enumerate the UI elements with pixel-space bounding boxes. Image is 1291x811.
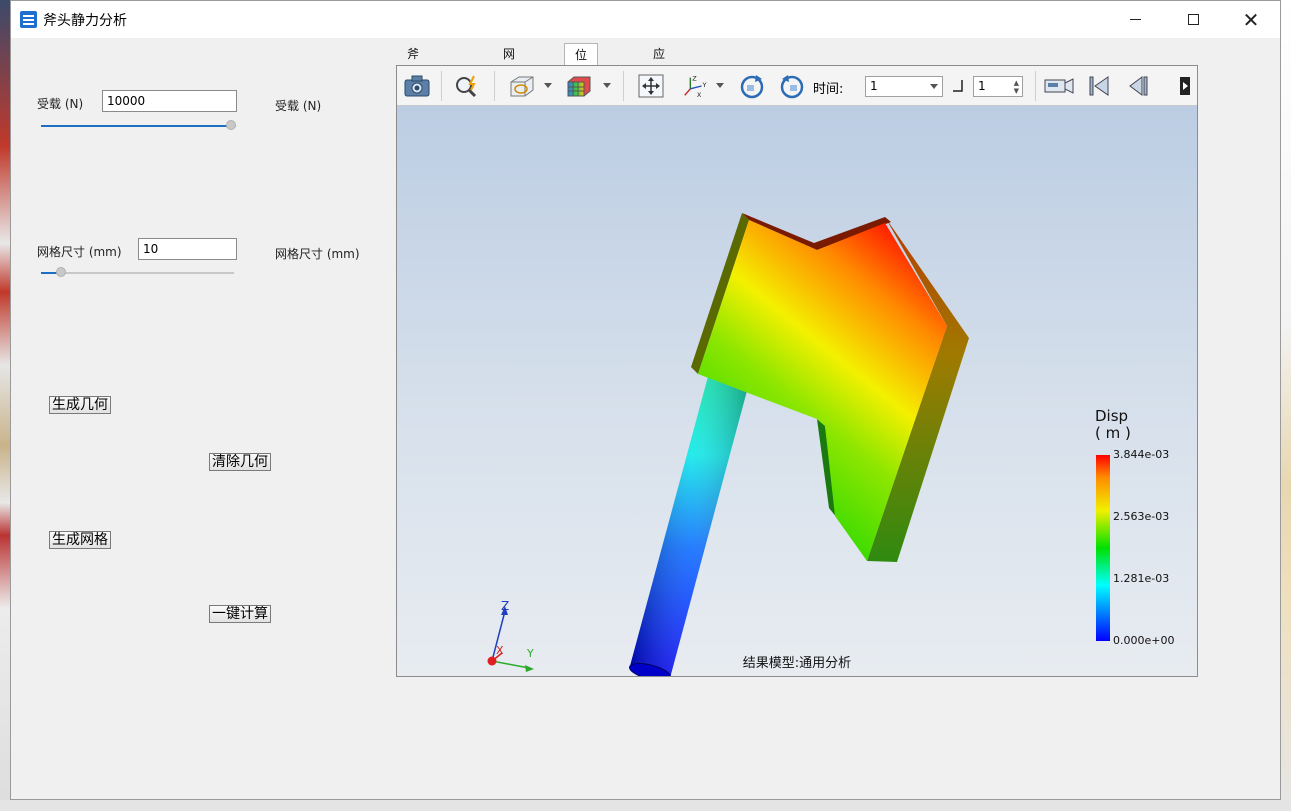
time-label: 时间: — [813, 82, 844, 97]
prev-frame-icon[interactable] — [1125, 73, 1153, 99]
load-label: 受载 (N) — [37, 97, 84, 111]
result-viewer: ZYX 时间: 1 1 ▲ ▼ Z Y X Disp (m) 3.844e-… — [396, 65, 1198, 681]
zoom-icon[interactable] — [454, 73, 482, 99]
axe-model: Z Y X — [487, 213, 969, 681]
step-icon — [953, 80, 963, 92]
slider-fill — [41, 125, 231, 127]
display-mode-dropdown-icon[interactable] — [544, 83, 552, 88]
axes-dropdown-icon[interactable] — [716, 83, 724, 88]
fit-view-icon[interactable] — [637, 73, 665, 99]
rotate-cw-icon[interactable] — [738, 73, 766, 99]
step-spinbox[interactable]: 1 ▲ ▼ — [973, 76, 1023, 97]
generate-geometry-button[interactable]: 生成几何 — [49, 396, 111, 414]
maximize-button[interactable] — [1164, 1, 1222, 38]
3d-viewport[interactable]: Z Y X Disp ( m ) 3.844e-03 2.563e-03 1.2… — [397, 106, 1197, 681]
legend-title: Disp — [1095, 407, 1129, 425]
legend-unit: ( m ) — [1095, 424, 1131, 442]
tab-mesh-model[interactable]: 网格模型 — [493, 43, 525, 127]
axes-icon[interactable]: ZYX — [681, 73, 709, 99]
svg-text:X: X — [697, 91, 702, 99]
spin-arrows-icon[interactable]: ▲ ▼ — [1014, 79, 1019, 95]
legend: Disp ( m ) — [1095, 408, 1131, 442]
color-cube-icon[interactable] — [565, 73, 593, 99]
tab-displacement-contour[interactable]: 位移云图1 — [564, 43, 599, 150]
legend-tick-max: 3.844e-03 — [1113, 448, 1170, 461]
app-window: 斧头静力分析 ✕ 受载 (N) 受载 (N) 网格尺寸 (mm) 网格尺寸 (m… — [10, 0, 1281, 800]
more-icon[interactable] — [1175, 73, 1195, 99]
legend-color-bar — [1096, 455, 1110, 641]
one-click-compute-button[interactable]: 一键计算 — [209, 605, 271, 623]
svg-text:Z: Z — [692, 74, 697, 82]
legend-tick-min: 0.000e+00 — [1113, 634, 1175, 647]
maximize-icon — [1187, 14, 1199, 25]
step-spinbox-value: 1 — [978, 79, 986, 93]
legend-tick: 2.563e-03 — [1113, 510, 1170, 523]
close-button[interactable]: ✕ — [1222, 1, 1280, 38]
display-mode-icon[interactable] — [507, 73, 535, 99]
chevron-down-icon — [930, 84, 938, 89]
load-label-right: 受载 (N) — [275, 99, 322, 113]
mesh-size-slider[interactable] — [41, 267, 234, 279]
slider-track — [41, 272, 234, 274]
tab-axe-geometry[interactable]: 斧头几何模型 — [397, 43, 429, 171]
minimize-icon — [1129, 19, 1141, 20]
rotate-ccw-icon[interactable] — [778, 73, 806, 99]
minimize-button[interactable] — [1106, 1, 1164, 38]
window-title: 斧头静力分析 — [43, 13, 127, 29]
color-map-dropdown-icon[interactable] — [603, 83, 611, 88]
close-icon: ✕ — [1242, 7, 1260, 32]
generate-mesh-button[interactable]: 生成网格 — [49, 531, 111, 549]
record-icon[interactable] — [1042, 73, 1076, 99]
load-slider[interactable] — [41, 120, 236, 132]
slider-thumb[interactable] — [56, 267, 66, 277]
mesh-size-input[interactable] — [138, 238, 237, 260]
viewer-toolbar: ZYX 时间: 1 1 ▲ ▼ — [397, 66, 1197, 106]
legend-tick: 1.281e-03 — [1113, 572, 1170, 585]
camera-icon[interactable] — [403, 73, 431, 99]
mesh-size-label: 网格尺寸 (mm) — [37, 245, 122, 259]
clear-geometry-button[interactable]: 清除几何 — [209, 453, 271, 471]
tab-strain-contour[interactable]: 应变云图1 — [643, 43, 675, 149]
desktop-left-edge — [0, 0, 10, 811]
first-frame-icon[interactable] — [1085, 73, 1113, 99]
toolbar-separator — [494, 71, 495, 101]
svg-text:Y: Y — [701, 81, 706, 89]
mesh-size-label-right: 网格尺寸 (mm) — [275, 247, 360, 261]
toolbar-separator — [1035, 71, 1036, 101]
slider-thumb[interactable] — [226, 120, 236, 130]
desktop-right-edge — [1281, 0, 1291, 811]
app-icon — [20, 11, 37, 28]
title-bar[interactable]: 斧头静力分析 ✕ — [11, 1, 1280, 38]
load-input[interactable] — [102, 90, 237, 112]
time-select-value: 1 — [870, 79, 878, 93]
toolbar-separator — [623, 71, 624, 101]
result-model-caption: 结果模型:通用分析 — [742, 656, 852, 671]
time-select[interactable]: 1 — [865, 76, 943, 97]
toolbar-separator — [441, 71, 442, 101]
desktop-bottom-edge — [0, 800, 1291, 811]
axis-z-label: Z — [501, 599, 509, 613]
